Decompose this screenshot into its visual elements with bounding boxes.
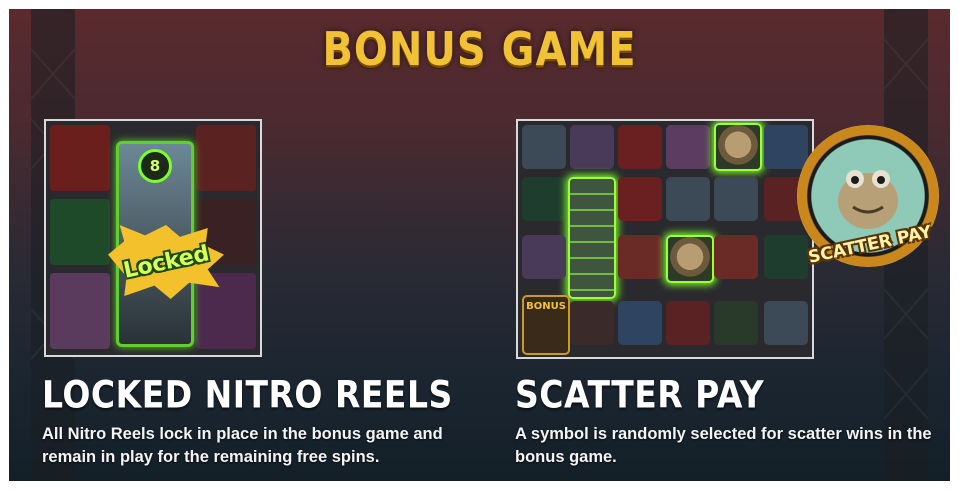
scatter-pay-image: BONUS bbox=[516, 119, 814, 359]
reel-symbol bbox=[714, 301, 758, 345]
nitro-counter-badge: 8 bbox=[138, 149, 172, 183]
nitro-counter-value: 8 bbox=[149, 157, 161, 175]
locked-nitro-reels-heading: LOCKED NITRO REELS bbox=[42, 372, 453, 417]
screen-title: BONUS GAME bbox=[322, 23, 637, 77]
locked-nitro-reels-description: All Nitro Reels lock in place in the bon… bbox=[42, 425, 443, 466]
reel-symbol bbox=[666, 177, 710, 221]
reel-symbol bbox=[666, 125, 710, 169]
scatter-pay-heading: SCATTER PAY bbox=[515, 372, 765, 417]
nitro-reel-stack bbox=[568, 177, 616, 299]
bonus-symbol-text: BONUS bbox=[526, 301, 566, 312]
reel-symbol bbox=[50, 125, 110, 191]
scatter-toad-symbol bbox=[714, 123, 762, 171]
reel-symbol bbox=[714, 177, 758, 221]
reel-symbol bbox=[618, 125, 662, 169]
locked-badge-text: Locked bbox=[120, 240, 212, 284]
reel-symbol bbox=[618, 177, 662, 221]
reel-symbol bbox=[522, 235, 566, 279]
game-screen: BONUS GAME 8 Locked LOCKED NITRO REELS A… bbox=[9, 9, 950, 481]
reel-symbol bbox=[666, 301, 710, 345]
reel-symbol bbox=[50, 273, 110, 349]
reel-symbol bbox=[50, 199, 110, 265]
reel-symbol bbox=[522, 125, 566, 169]
reel-symbol bbox=[764, 301, 808, 345]
reel-symbol bbox=[196, 125, 256, 191]
reel-symbol bbox=[570, 125, 614, 169]
reel-symbol bbox=[618, 235, 662, 279]
reel-symbol bbox=[714, 235, 758, 279]
reel-symbol bbox=[618, 301, 662, 345]
reel-symbol bbox=[522, 177, 566, 221]
locked-nitro-reels-image: 8 Locked bbox=[44, 119, 262, 357]
reel-symbol bbox=[570, 301, 614, 345]
bonus-symbol: BONUS bbox=[522, 295, 570, 355]
scatter-toad-symbol bbox=[666, 235, 714, 283]
scatter-pay-description: A symbol is randomly selected for scatte… bbox=[515, 425, 932, 466]
